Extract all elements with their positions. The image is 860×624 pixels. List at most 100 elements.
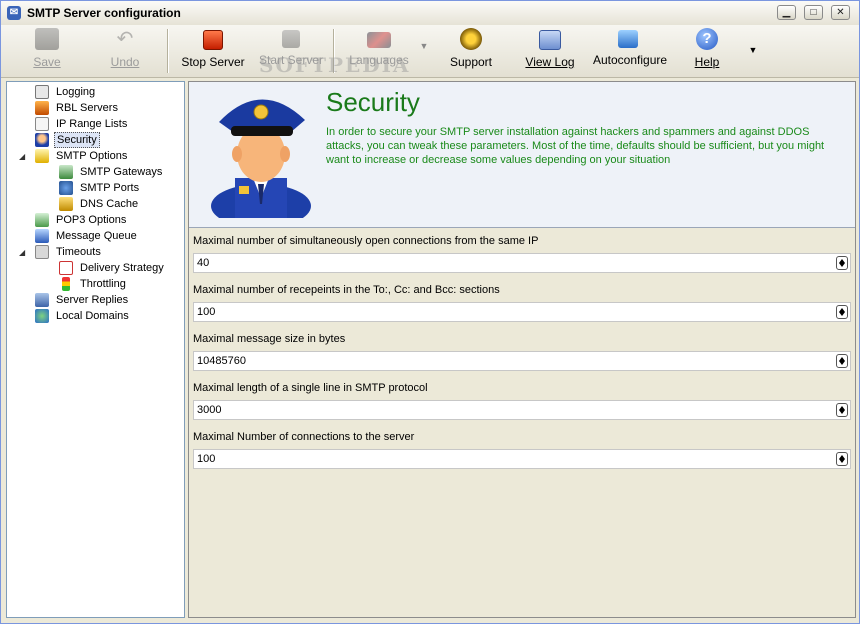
tree-item-label: Security — [54, 132, 100, 148]
stop-server-button[interactable]: Stop Server — [181, 28, 245, 72]
field-label-max-message-size: Maximal message size in bytes — [193, 333, 346, 345]
log-icon — [35, 85, 49, 99]
stop-icon — [203, 30, 223, 50]
help-question-icon: ? — [696, 28, 718, 50]
support-label: Support — [449, 55, 493, 69]
chevron-down-icon: ▼ — [419, 41, 429, 51]
spin-down-icon[interactable] — [839, 410, 845, 414]
languages-dropdown-arrow[interactable]: ▼ — [418, 41, 430, 53]
languages-button[interactable]: Languages — [348, 28, 410, 72]
server-icon — [35, 293, 49, 307]
ports-icon — [59, 181, 73, 195]
tree-item-label: Delivery Strategy — [80, 262, 164, 274]
tree-item-label: SMTP Gateways — [80, 166, 163, 178]
section-header: Security In order to secure your SMTP se… — [189, 82, 855, 228]
max-line-length-field[interactable] — [193, 400, 851, 420]
spin-down-icon[interactable] — [839, 459, 845, 463]
tree-item-label: SMTP Options — [56, 150, 128, 162]
languages-label: Languages — [349, 53, 409, 67]
toolbar-overflow-arrow[interactable]: ▼ — [747, 45, 759, 57]
help-label: Help — [694, 55, 720, 69]
autoconfigure-label: Autoconfigure — [593, 53, 668, 67]
window-title: SMTP Server configuration — [27, 6, 181, 20]
spin-down-icon[interactable] — [839, 361, 845, 365]
stop-server-label: Stop Server — [181, 55, 245, 69]
support-bee-icon — [460, 28, 482, 50]
field-label-max-connections-per-ip: Maximal number of simultaneously open co… — [193, 235, 539, 247]
close-button[interactable]: ✕ — [831, 5, 850, 20]
max-line-length-input[interactable] — [197, 403, 817, 417]
chevron-down-icon: ▼ — [748, 45, 758, 55]
toolbar: Save ↶ Undo Stop Server Start Server Lan… — [1, 25, 859, 78]
tree-item-label: RBL Servers — [56, 102, 118, 114]
save-label: Save — [33, 55, 61, 69]
queue-icon — [35, 229, 49, 243]
max-connections-per-ip-input[interactable] — [197, 256, 817, 270]
max-message-size-input[interactable] — [197, 354, 817, 368]
security-panel: Security In order to secure your SMTP se… — [188, 81, 856, 618]
tree-item-label: Local Domains — [56, 310, 129, 322]
field-label-max-recipients: Maximal number of recepeints in the To:,… — [193, 284, 500, 296]
minimize-button[interactable]: ▁ — [777, 5, 796, 20]
section-title: Security — [326, 87, 420, 117]
envelope-icon — [35, 149, 49, 163]
tree-item-label: Logging — [56, 86, 96, 98]
settings-tree[interactable]: Logging RBL Servers IP Range Lists Secur… — [6, 81, 185, 618]
spin-buttons[interactable] — [836, 256, 848, 270]
triangle-down-icon: ◢ — [19, 152, 26, 161]
field-label-max-line-length: Maximal length of a single line in SMTP … — [193, 382, 428, 394]
max-recipients-input[interactable] — [197, 305, 817, 319]
spin-buttons[interactable] — [836, 354, 848, 368]
undo-arrow-icon: ↶ — [116, 28, 134, 50]
tree-collapse-toggle[interactable]: ◢ — [19, 248, 28, 257]
tree-item-label: Message Queue — [56, 230, 137, 242]
max-recipients-field[interactable] — [193, 302, 851, 322]
max-server-connections-field[interactable] — [193, 449, 851, 469]
view-log-button[interactable]: View Log — [525, 28, 575, 72]
tree-item-label: Timeouts — [56, 246, 101, 258]
max-connections-per-ip-field[interactable] — [193, 253, 851, 273]
spin-down-icon[interactable] — [839, 263, 845, 267]
gateway-icon — [59, 165, 73, 179]
spin-down-icon[interactable] — [839, 312, 845, 316]
rbl-icon — [35, 101, 49, 115]
police-officer-icon — [211, 99, 311, 218]
tree-item-label: SMTP Ports — [80, 182, 140, 194]
undo-label: Undo — [110, 55, 140, 69]
toolbar-separator — [167, 29, 169, 73]
play-icon — [282, 30, 300, 48]
autoconfigure-button[interactable]: Autoconfigure — [593, 28, 668, 72]
pop3-icon — [35, 213, 49, 227]
flag-icon — [367, 32, 391, 48]
app-window: ✉ SMTP Server configuration ▁ □ ✕ Save ↶… — [0, 0, 860, 624]
spin-buttons[interactable] — [836, 403, 848, 417]
tree-item-label: DNS Cache — [80, 198, 139, 210]
house-icon — [618, 30, 638, 48]
spin-buttons[interactable] — [836, 305, 848, 319]
cache-icon — [59, 197, 73, 211]
save-button[interactable]: Save — [27, 28, 67, 72]
help-button[interactable]: ? Help — [691, 28, 723, 72]
view-log-label: View Log — [525, 55, 575, 69]
ip-range-icon — [35, 117, 49, 131]
calendar-icon — [59, 261, 73, 275]
spin-buttons[interactable] — [836, 452, 848, 466]
max-message-size-field[interactable] — [193, 351, 851, 371]
triangle-down-icon: ◢ — [19, 248, 26, 257]
app-icon: ✉ — [7, 6, 21, 20]
tree-collapse-toggle[interactable]: ◢ — [19, 152, 28, 161]
traffic-light-icon — [62, 277, 70, 291]
tree-item-label: POP3 Options — [56, 214, 127, 226]
maximize-button[interactable]: □ — [804, 5, 823, 20]
max-server-connections-input[interactable] — [197, 452, 817, 466]
undo-button[interactable]: ↶ Undo — [105, 28, 145, 72]
support-button[interactable]: Support — [449, 28, 493, 72]
tree-item-label: Server Replies — [56, 294, 129, 306]
floppy-disk-icon — [35, 28, 59, 50]
tree-item-label: IP Range Lists — [56, 118, 128, 130]
log-window-icon — [539, 30, 561, 50]
timeout-icon — [35, 245, 49, 259]
start-server-button[interactable]: Start Server — [259, 28, 323, 72]
field-label-max-server-connections: Maximal Number of connections to the ser… — [193, 431, 415, 443]
section-description: In order to secure your SMTP server inst… — [326, 126, 825, 166]
